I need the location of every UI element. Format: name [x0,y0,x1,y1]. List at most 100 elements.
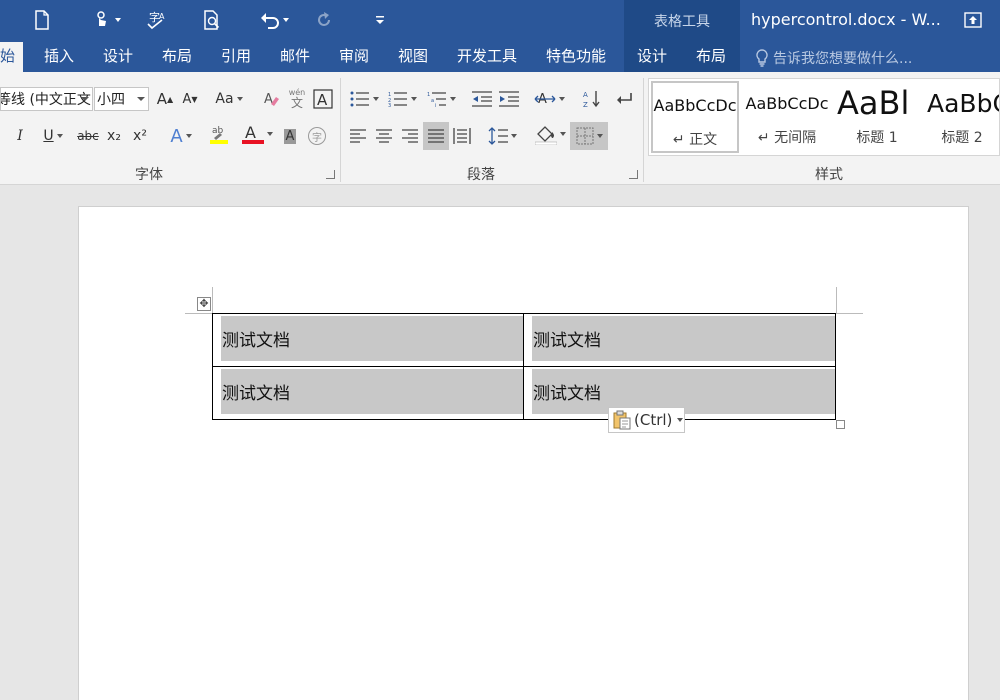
redo-icon[interactable] [312,6,336,34]
strikethrough-button[interactable]: abc [76,124,100,148]
margin-marker [836,313,863,314]
svg-text:A: A [317,91,328,109]
align-center-icon[interactable] [374,124,394,148]
style-heading-1[interactable]: AaBl 标题 1 [833,81,921,153]
cell-text: 测试文档 [221,369,523,414]
styles-gallery: AaBbCcDc ↵ 正文 AaBbCcDc ↵ 无间隔 AaBl 标题 1 A… [648,78,1000,156]
tab-developer[interactable]: 开发工具 [457,42,517,72]
document-page[interactable]: ✥ 测试文档 测试文档 测试文档 测试文档 (Ctrl) [78,206,969,700]
tab-table-design[interactable]: 设计 [637,42,667,72]
numbering-icon[interactable]: 123 [386,87,418,111]
svg-text:3: 3 [388,103,391,107]
sort-icon[interactable]: AZ [580,87,604,111]
undo-icon[interactable] [254,6,294,34]
table-row: 测试文档 测试文档 [212,313,836,367]
italic-button[interactable]: I [12,124,28,148]
touch-mode-icon[interactable] [86,6,126,34]
change-case-button[interactable]: Aa [212,87,246,111]
enclose-characters-label: 字 [308,127,326,145]
table-row: 测试文档 测试文档 [212,366,836,420]
table-cell[interactable]: 测试文档 [212,313,524,367]
document-title: hypercontrol.docx - W... [751,10,941,29]
multilevel-list-icon[interactable]: 1ai [424,87,458,111]
customize-qat-icon[interactable] [372,6,388,34]
print-preview-icon[interactable] [200,6,224,34]
shrink-font-button[interactable]: A ▼ [180,87,200,111]
paste-options-button[interactable]: (Ctrl) [608,407,685,433]
table-tools-title: 表格工具 [624,0,740,42]
align-right-icon[interactable] [400,124,420,148]
tab-layout[interactable]: 布局 [162,42,192,72]
tab-design[interactable]: 设计 [103,42,133,72]
font-size-combo[interactable]: 小四 [94,87,149,111]
table-move-handle-icon[interactable]: ✥ [197,297,211,311]
enclose-characters-button[interactable]: 字 [306,124,328,148]
new-document-icon[interactable] [30,6,54,34]
font-dialog-launcher[interactable] [326,170,335,179]
cell-text: 测试文档 [532,316,835,361]
show-paragraph-marks-icon[interactable] [612,87,636,111]
character-shading-button[interactable]: A [280,124,300,148]
tab-insert[interactable]: 插入 [44,42,74,72]
style-no-spacing[interactable]: AaBbCcDc ↵ 无间隔 [743,81,831,153]
table-resize-handle[interactable] [836,420,845,429]
style-heading-2[interactable]: AaBbC 标题 2 [923,81,999,153]
text-effects-label: A [170,125,183,147]
svg-text:ab: ab [212,126,224,136]
table-cell[interactable]: 测试文档 [212,366,524,420]
svg-text:A: A [583,91,588,99]
svg-text:a: a [431,98,434,104]
tab-special-features[interactable]: 特色功能 [546,42,606,72]
increase-indent-icon[interactable] [497,87,521,111]
highlight-color-button[interactable]: ab [202,122,236,146]
font-name-value: 等线 (中文正文 [0,92,91,108]
margin-marker [185,313,212,314]
tell-me-box[interactable]: 告诉我您想要做什么... [755,48,912,68]
grow-font-button[interactable]: A ▲ [155,87,175,111]
spelling-icon[interactable]: 字A [144,6,170,34]
svg-text:A: A [264,92,273,107]
group-separator [340,78,341,182]
font-color-swatch [241,140,264,144]
lightbulb-icon [756,49,768,67]
tab-review[interactable]: 审阅 [339,42,369,72]
superscript-button[interactable]: x² [130,124,150,148]
tab-mailings[interactable]: 邮件 [280,42,310,72]
ribbon-display-options-icon[interactable] [962,9,984,31]
style-name: 标题 2 [941,130,983,146]
decrease-indent-icon[interactable] [470,87,494,111]
font-size-value: 小四 [97,92,125,108]
chinese-layout-icon[interactable]: A [532,87,566,111]
style-normal[interactable]: AaBbCcDc ↵ 正文 [651,81,739,153]
shading-icon[interactable] [532,122,568,146]
paragraph-dialog-launcher[interactable] [629,170,638,179]
table-cell[interactable]: 测试文档 [523,313,836,367]
style-name: 标题 1 [856,130,898,146]
style-sample: AaBbC [927,88,999,118]
tab-home[interactable]: 始 [0,42,24,72]
distributed-icon[interactable] [452,124,472,148]
tab-references[interactable]: 引用 [221,42,251,72]
font-color-button[interactable]: A [240,122,274,146]
font-group-label: 字体 [135,167,163,183]
underline-button[interactable]: U [38,124,68,148]
bullets-icon[interactable] [348,87,380,111]
clear-formatting-icon[interactable]: A [260,87,282,111]
character-border-icon[interactable]: A [312,87,334,111]
phonetic-guide-button[interactable]: wén 文 [286,86,308,110]
borders-icon[interactable] [570,122,608,150]
svg-text:A: A [159,12,165,21]
tab-view[interactable]: 视图 [398,42,428,72]
svg-text:A: A [245,123,256,142]
align-left-icon[interactable] [348,124,368,148]
tab-table-layout[interactable]: 布局 [696,42,726,72]
svg-text:1: 1 [427,92,430,98]
font-name-combo[interactable]: 等线 (中文正文 [0,87,93,111]
text-effects-button[interactable]: A [166,124,196,148]
style-sample: AaBbCcDc [745,93,829,113]
line-spacing-icon[interactable] [484,124,520,148]
title-bar: 字A 表格工具 hypercontrol.docx - W... [0,0,1000,42]
subscript-button[interactable]: x₂ [104,124,124,148]
justify-icon[interactable] [423,122,449,150]
clipboard-icon [613,410,631,430]
